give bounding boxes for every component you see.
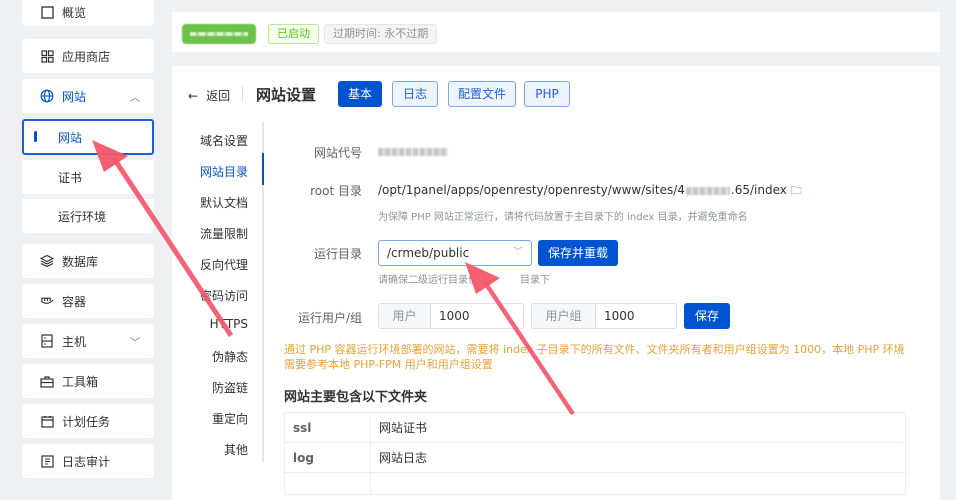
sidebar-item-container[interactable]: 容器: [22, 284, 154, 318]
sidebar-item-label: 证书: [58, 170, 83, 185]
sidebar-item-database[interactable]: 数据库: [22, 244, 154, 278]
sidebar-item-label: 日志审计: [62, 454, 111, 469]
run-user-label: 运行用户/组: [297, 311, 362, 325]
folder-name: ssl: [284, 412, 371, 443]
sidebar-item-label: 网站: [58, 130, 83, 145]
page-title: 网站设置: [256, 86, 317, 104]
back-button[interactable]: ← 返回: [188, 87, 230, 104]
sidebar-item-website-sub[interactable]: 网站: [22, 119, 154, 155]
tab-php[interactable]: PHP: [524, 81, 570, 107]
overview-icon: [40, 5, 54, 19]
folder-desc: 网站证书: [370, 412, 906, 443]
chevron-down-icon: ﹀: [513, 247, 523, 258]
toolbox-icon: [40, 374, 54, 388]
user-input[interactable]: 1000: [431, 304, 523, 328]
sidebar-item-host[interactable]: 主机 ﹀: [22, 324, 154, 358]
table-row: log 网站日志: [284, 442, 906, 473]
group-input-group: 用户组 1000: [531, 303, 677, 329]
host-icon: [40, 334, 54, 348]
site-code-value: [378, 144, 448, 158]
run-dir-hint: 请确保二级运行目录位 目录下: [378, 275, 550, 286]
sidebar-item-cron[interactable]: 计划任务: [22, 404, 154, 438]
root-dir-value: /opt/1panel/apps/openresty/openresty/www…: [378, 183, 802, 197]
sidebar-item-label: 计划任务: [62, 414, 111, 429]
database-icon: [40, 254, 54, 268]
run-dir-label: 运行目录: [313, 247, 362, 261]
folders-section-title: 网站主要包含以下文件夹: [284, 390, 428, 405]
permission-warning: 通过 PHP 容器运行环境部署的网站，需要将 index 子目录下的所有文件、文…: [284, 343, 905, 371]
root-dir-hint: 为保障 PHP 网站正常运行，请将代码放置于主目录下的 index 目录，并避免…: [378, 212, 748, 223]
app-store-icon: [40, 49, 54, 63]
group-input[interactable]: 1000: [596, 304, 676, 328]
site-status-card: 已启动 过期时间: 永不过期: [172, 12, 940, 52]
sidebar-item-website[interactable]: 网站 ︿: [22, 79, 154, 113]
save-reload-button[interactable]: 保存并重载: [538, 240, 618, 266]
group-prefix: 用户组: [532, 304, 596, 328]
nav-site-dir[interactable]: 网站目录: [200, 163, 248, 180]
header-divider: [242, 86, 243, 102]
arrow-left-icon: ←: [188, 89, 199, 103]
sidebar-item-runtime[interactable]: 运行环境: [22, 199, 154, 233]
user-input-group: 用户 1000: [378, 303, 524, 329]
sidebar-item-label: 概览: [62, 5, 87, 20]
nav-active-indicator: [262, 153, 264, 185]
run-dir-select[interactable]: /crmeb/public ﹀: [378, 240, 532, 266]
tab-basic[interactable]: 基本: [338, 81, 382, 107]
folder-icon[interactable]: 🗀: [791, 184, 802, 197]
settings-header: ← 返回 网站设置 基本 日志 配置文件 PHP: [172, 66, 940, 122]
folder-desc: 网站日志: [370, 442, 906, 473]
site-code-label: 网站代号: [313, 146, 362, 160]
sidebar-item-toolbox[interactable]: 工具箱: [22, 364, 154, 398]
table-row: ssl 网站证书: [284, 412, 906, 443]
site-name-badge: [182, 24, 256, 44]
sidebar-item-label: 数据库: [62, 254, 99, 269]
table-row: [284, 472, 906, 495]
globe-icon: [40, 89, 54, 103]
nav-rate-limit[interactable]: 流量限制: [200, 225, 248, 242]
chevron-up-icon: ︿: [130, 93, 140, 104]
status-badge: 已启动: [268, 24, 319, 44]
sidebar-item-label: 运行环境: [58, 209, 107, 224]
root-dir-label: root 目录: [310, 184, 362, 198]
active-indicator: [34, 131, 37, 142]
cron-icon: [40, 414, 54, 428]
website-settings-card: ← 返回 网站设置 基本 日志 配置文件 PHP 域名设置 网站目录 默认文档 流…: [172, 66, 940, 500]
nav-default-doc[interactable]: 默认文档: [200, 194, 248, 211]
settings-nav: 域名设置 网站目录 默认文档 流量限制 反向代理 密码访问 HTTPS 伪静态 …: [172, 122, 264, 462]
nav-password-access[interactable]: 密码访问: [200, 287, 248, 304]
nav-anti-leech[interactable]: 防盗链: [212, 379, 248, 396]
container-icon: [40, 294, 54, 308]
sidebar-item-label: 网站: [62, 89, 87, 104]
sidebar-item-label: 主机: [62, 334, 87, 349]
user-prefix: 用户: [379, 304, 431, 328]
nav-domain[interactable]: 域名设置: [200, 132, 248, 149]
sidebar: 概览 应用商店 网站 ︿ 网站 证书 运行环境 数据库 容器 主机 ﹀ 工具箱 …: [18, 0, 158, 500]
nav-redirect[interactable]: 重定向: [212, 410, 248, 427]
save-button[interactable]: 保存: [684, 303, 730, 329]
nav-reverse-proxy[interactable]: 反向代理: [200, 256, 248, 273]
sidebar-item-certificate[interactable]: 证书: [22, 160, 154, 194]
sidebar-item-log-audit[interactable]: 日志审计: [22, 444, 154, 478]
folders-table: ssl 网站证书 log 网站日志: [284, 412, 906, 495]
sidebar-item-label: 应用商店: [62, 49, 111, 64]
sidebar-item-app-store[interactable]: 应用商店: [22, 39, 154, 73]
log-audit-icon: [40, 454, 54, 468]
tab-log[interactable]: 日志: [392, 81, 438, 107]
tab-config-file[interactable]: 配置文件: [448, 81, 516, 107]
sidebar-item-label: 容器: [62, 294, 87, 309]
sidebar-item-label: 工具箱: [62, 374, 99, 389]
sidebar-item-overview[interactable]: 概览: [22, 0, 154, 26]
nav-other[interactable]: 其他: [224, 441, 248, 458]
chevron-down-icon: ﹀: [130, 338, 140, 349]
folder-name: log: [284, 442, 371, 473]
nav-rewrite[interactable]: 伪静态: [212, 348, 248, 365]
nav-https[interactable]: HTTPS: [210, 317, 248, 331]
expire-badge: 过期时间: 永不过期: [324, 24, 438, 44]
